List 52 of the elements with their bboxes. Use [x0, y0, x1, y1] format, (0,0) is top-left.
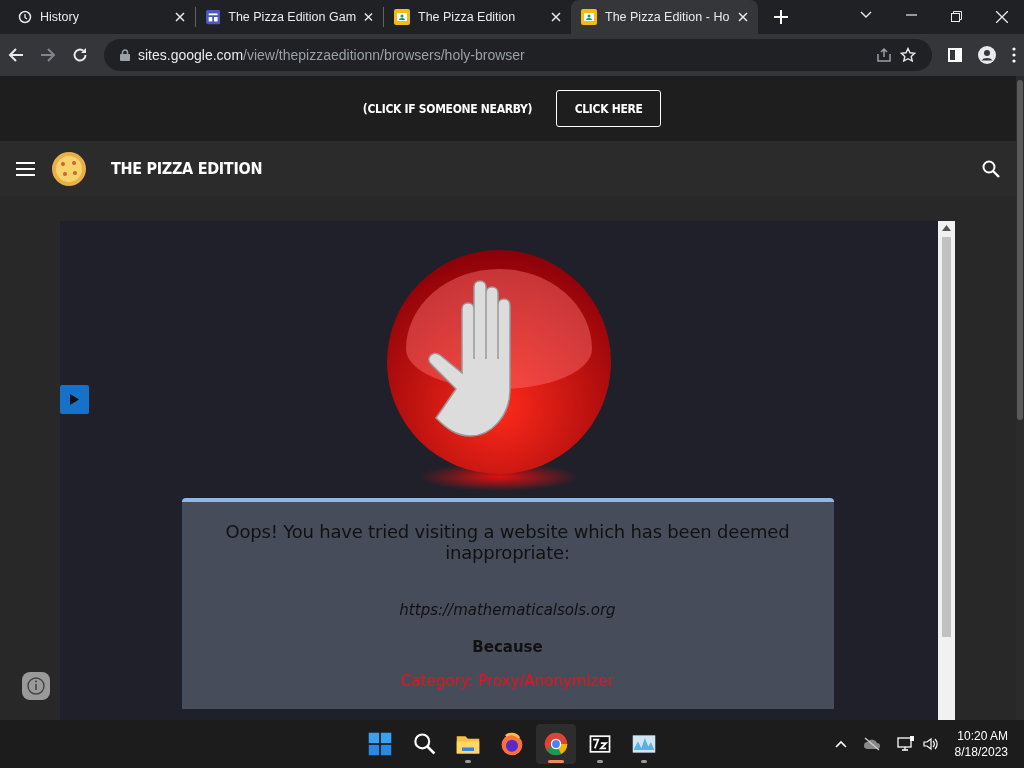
minimize-icon[interactable]	[906, 11, 917, 19]
chrome-icon	[543, 731, 569, 757]
browser-tab[interactable]: History	[8, 0, 195, 34]
browser-tab[interactable]: The Pizza Edition - Ho	[571, 0, 758, 34]
browser-tab[interactable]: The Pizza Edition	[384, 0, 571, 34]
network-icon[interactable]	[896, 736, 915, 752]
info-icon[interactable]	[22, 672, 50, 700]
reload-icon[interactable]	[72, 47, 88, 63]
browser-tab[interactable]: The Pizza Edition Gam	[196, 0, 383, 34]
close-icon[interactable]	[175, 12, 185, 22]
slides-icon	[394, 9, 410, 25]
page-icon	[206, 9, 221, 25]
banner-text: (CLICK IF SOMEONE NEARBY)	[362, 100, 533, 118]
slides-icon	[581, 9, 597, 25]
chevron-down-icon[interactable]	[860, 11, 872, 19]
cloud-icon[interactable]	[862, 737, 881, 751]
category-text: Category: Proxy/Anonymizer	[400, 671, 615, 693]
share-icon[interactable]	[876, 47, 892, 63]
taskbar-app[interactable]	[536, 724, 576, 764]
click-here-button[interactable]: CLICK HERE	[556, 90, 662, 127]
scrollbar-thumb[interactable]	[1017, 80, 1023, 420]
close-icon[interactable]	[738, 12, 748, 22]
new-tab-icon[interactable]	[774, 10, 788, 24]
chevron-up-icon[interactable]	[834, 740, 847, 748]
search-icon	[411, 731, 437, 757]
close-icon[interactable]	[551, 12, 561, 22]
blocked-message: Oops! You have tried visiting a website which has been deemed inappropriate:	[224, 522, 791, 564]
pizza-logo-icon[interactable]	[51, 150, 87, 187]
because-text: Because	[471, 636, 544, 658]
scrollbar-thumb[interactable]	[942, 237, 951, 637]
windows-logo-icon	[367, 731, 393, 757]
close-icon[interactable]	[996, 11, 1008, 23]
search-icon[interactable]	[982, 159, 1000, 178]
fox-browser-icon	[499, 731, 525, 757]
menu-icon[interactable]	[1012, 47, 1016, 63]
restore-icon[interactable]	[951, 11, 962, 22]
forward-icon[interactable]	[40, 47, 56, 63]
clock-time[interactable]: 10:20 AM	[954, 727, 1008, 744]
blocked-url: https://mathematicalsols.org	[398, 600, 617, 622]
history-icon	[18, 10, 32, 24]
star-icon[interactable]	[900, 47, 916, 63]
close-icon[interactable]	[364, 12, 373, 22]
clock-date[interactable]: 8/18/2023	[954, 744, 1008, 761]
back-icon[interactable]	[8, 47, 24, 63]
side-panel-icon[interactable]	[948, 48, 962, 62]
speaker-icon[interactable]	[922, 737, 939, 751]
scroll-up-icon[interactable]	[942, 225, 951, 231]
menu-icon[interactable]	[16, 161, 35, 176]
play-icon[interactable]	[60, 385, 89, 414]
profile-icon[interactable]	[978, 46, 996, 64]
lock-icon[interactable]	[120, 49, 130, 61]
site-title[interactable]: THE PIZZA EDITION	[111, 156, 263, 181]
